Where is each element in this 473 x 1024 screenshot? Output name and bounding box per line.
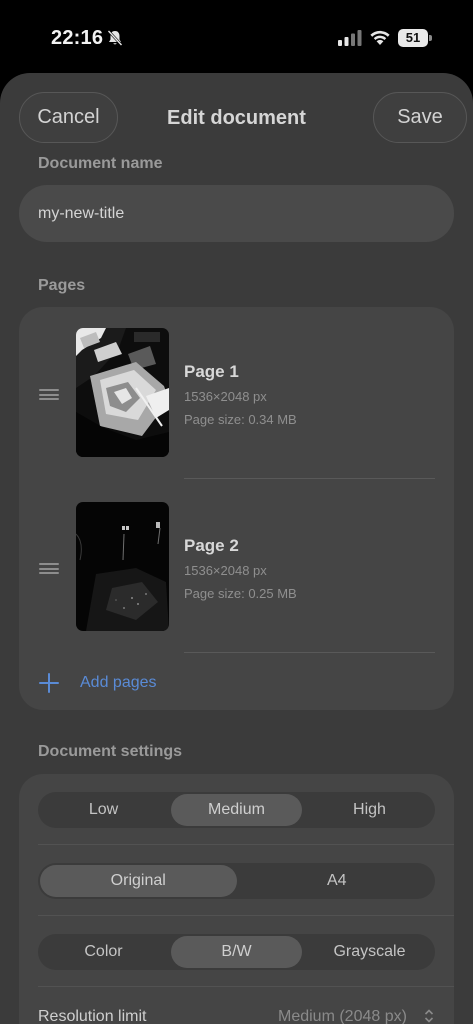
segment-color[interactable]: Color bbox=[38, 934, 169, 970]
document-name-value: my-new-title bbox=[38, 205, 125, 222]
status-time: 22:16 bbox=[51, 27, 104, 49]
document-settings-label: Document settings bbox=[38, 743, 183, 760]
battery-level: 51 bbox=[398, 29, 428, 47]
segment-format-a4[interactable]: A4 bbox=[239, 863, 436, 899]
page-row[interactable]: Page 2 1536×2048 px Page size: 0.25 MB bbox=[19, 502, 454, 653]
status-bar: 22:16 51 bbox=[0, 0, 473, 74]
page-title: Page 1 bbox=[184, 362, 239, 381]
battery-icon: 51 bbox=[398, 29, 432, 47]
plus-icon bbox=[39, 673, 59, 693]
page-title: Page 2 bbox=[184, 536, 239, 555]
segment-grayscale[interactable]: Grayscale bbox=[304, 934, 435, 970]
pages-list: Page 1 1536×2048 px Page size: 0.34 MB P… bbox=[19, 307, 454, 710]
quality-segmented-control: Low Medium High bbox=[38, 792, 435, 828]
row-divider bbox=[184, 478, 435, 479]
page-dimensions: 1536×2048 px bbox=[184, 389, 267, 404]
drag-handle-icon[interactable] bbox=[39, 389, 59, 400]
color-mode-segmented-control: Color B/W Grayscale bbox=[38, 934, 435, 970]
edit-document-sheet: Cancel Edit document Save Document name … bbox=[0, 73, 473, 1024]
page-thumbnail[interactable] bbox=[76, 328, 169, 457]
chevron-up-down-icon[interactable] bbox=[424, 1008, 434, 1024]
cellular-signal-icon bbox=[338, 30, 362, 46]
document-settings-card: Low Medium High Original A4 Color B/W Gr… bbox=[19, 774, 454, 1024]
settings-divider bbox=[38, 986, 454, 987]
page-row[interactable]: Page 1 1536×2048 px Page size: 0.34 MB bbox=[19, 328, 454, 479]
page-file-size: Page size: 0.25 MB bbox=[184, 586, 297, 601]
segment-quality-high[interactable]: High bbox=[304, 792, 435, 828]
format-segmented-control: Original A4 bbox=[38, 863, 435, 899]
settings-divider bbox=[38, 844, 454, 845]
document-name-label: Document name bbox=[38, 155, 163, 172]
segment-format-original[interactable]: Original bbox=[40, 865, 237, 897]
save-button[interactable]: Save bbox=[373, 92, 467, 143]
page-dimensions: 1536×2048 px bbox=[184, 563, 267, 578]
add-pages-button[interactable]: Add pages bbox=[39, 671, 157, 695]
resolution-limit-value[interactable]: Medium (2048 px) bbox=[278, 1008, 407, 1024]
settings-divider bbox=[38, 915, 454, 916]
page-thumbnail[interactable] bbox=[76, 502, 169, 631]
resolution-limit-label: Resolution limit bbox=[38, 1008, 147, 1024]
wifi-icon bbox=[370, 30, 390, 45]
segment-bw[interactable]: B/W bbox=[171, 936, 302, 968]
page-file-size: Page size: 0.34 MB bbox=[184, 412, 297, 427]
drag-handle-icon[interactable] bbox=[39, 563, 59, 574]
row-divider bbox=[184, 652, 435, 653]
segment-quality-medium[interactable]: Medium bbox=[171, 794, 302, 826]
bell-slash-icon bbox=[107, 30, 123, 46]
pages-label: Pages bbox=[38, 277, 86, 294]
segment-quality-low[interactable]: Low bbox=[38, 792, 169, 828]
document-name-input[interactable]: my-new-title bbox=[19, 185, 454, 242]
add-pages-label: Add pages bbox=[80, 674, 157, 691]
